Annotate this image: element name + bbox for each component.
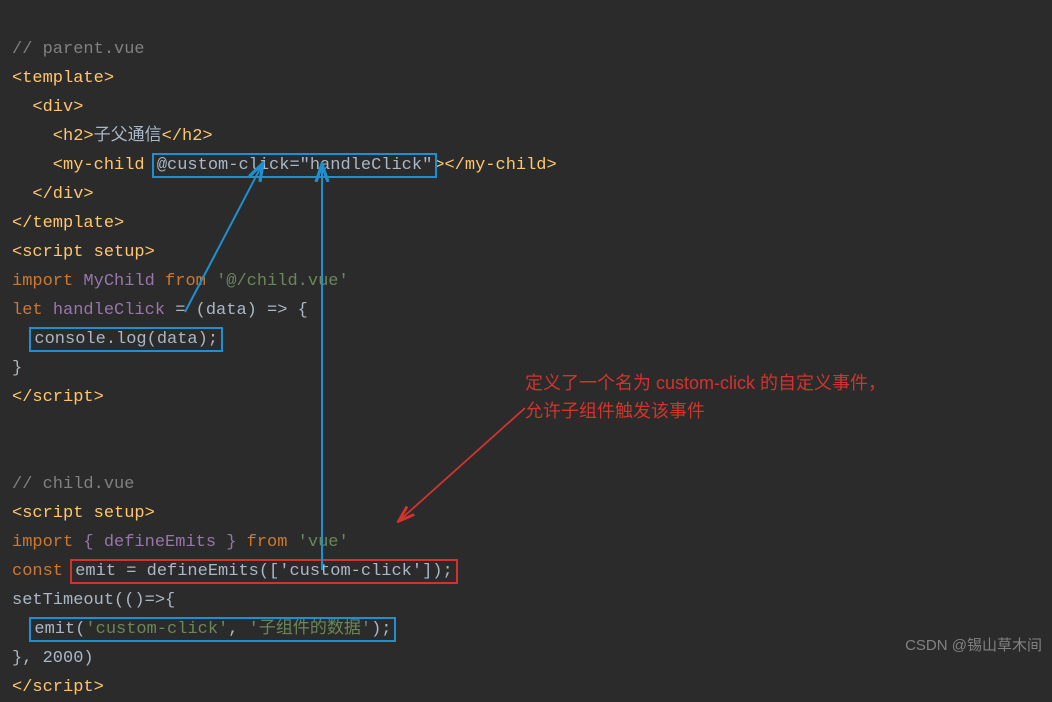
code-line: <script setup> (12, 243, 155, 262)
console-log-box: console.log(data); (32, 330, 220, 349)
code-line: // child.vue (12, 475, 134, 494)
define-emits-box: emit = defineEmits(['custom-click']); (73, 562, 454, 581)
code-line: import MyChild from '@/child.vue' (12, 272, 349, 291)
code-line: emit('custom-click', '子组件的数据'); (12, 620, 393, 639)
watermark: CSDN @锡山草木间 (905, 631, 1042, 660)
code-line: <div> (12, 98, 83, 117)
code-line: </template> (12, 214, 124, 233)
code-line: const emit = defineEmits(['custom-click'… (12, 562, 455, 581)
code-line: setTimeout(()=>{ (12, 591, 175, 610)
code-line: console.log(data); (12, 330, 220, 349)
code-block: // parent.vue <template> <div> <h2>子父通信<… (12, 6, 557, 702)
code-line: <my-child @custom-click="handleClick"></… (12, 156, 557, 175)
blank-line (12, 417, 22, 436)
code-line: <script setup> (12, 504, 155, 523)
blank-line (12, 446, 22, 465)
code-line: } (12, 359, 22, 378)
annotation-text: 定义了一个名为 custom-click 的自定义事件， 允许子组件触发该事件 (525, 369, 886, 425)
code-line: // parent.vue (12, 40, 145, 59)
code-line: </script> (12, 678, 104, 697)
code-line: let handleClick = (data) => { (12, 301, 308, 320)
emit-call-box: emit('custom-click', '子组件的数据'); (32, 620, 393, 639)
code-line: </div> (12, 185, 94, 204)
code-line: }, 2000) (12, 649, 94, 668)
code-line: <h2>子父通信</h2> (12, 127, 213, 146)
code-line: <template> (12, 69, 114, 88)
custom-click-attr-box: @custom-click="handleClick" (155, 156, 434, 175)
code-line: import { defineEmits } from 'vue' (12, 533, 349, 552)
code-line: </script> (12, 388, 104, 407)
